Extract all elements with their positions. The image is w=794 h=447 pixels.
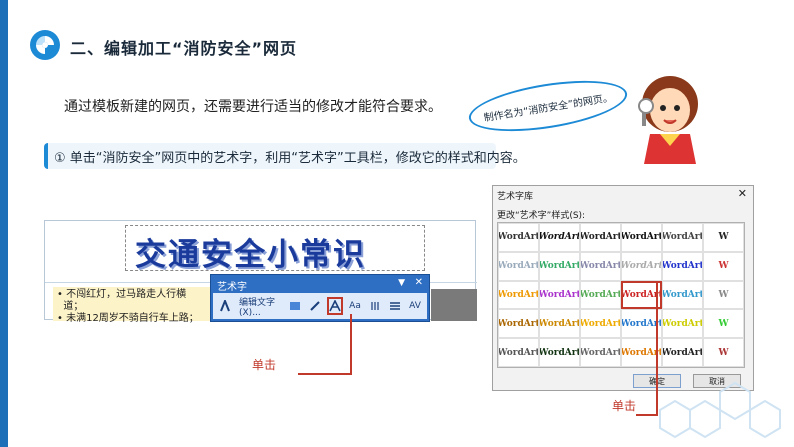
wordart-style-cell[interactable]: WordArt [498,309,539,339]
wordart-title[interactable]: 交通安全小常识 [135,229,366,274]
wordart-style-cell[interactable]: WordArt [498,223,539,252]
wordart-style-cell[interactable]: WordArt [580,309,621,339]
wordart-style-cell[interactable]: W [703,223,744,252]
intro-text: 通过模板新建的网页，还需要进行适当的修改才能符合要求。 [64,99,442,115]
wordart-style-cell[interactable]: WordArt [498,338,539,367]
wordart-style-cell[interactable]: WordArt [498,280,539,310]
wordart-style-cell[interactable]: WordArt [539,223,580,252]
dialog-title: 艺术字库 [497,192,534,202]
callout-line [350,314,352,374]
click-label: 单击 [252,358,277,372]
hexagon-decoration [659,381,781,439]
speech-bubble: 制作名为“消防安全”的网页。 [465,71,631,141]
wordart-style-cell[interactable]: WordArt [580,338,621,367]
accent-bar [0,0,8,447]
wordart-style-cell[interactable]: WordArt [662,223,703,252]
wordart-style-cell[interactable]: WordArt [539,338,580,367]
wordart-style-cell[interactable]: W [703,251,744,281]
wordart-style-cell[interactable]: WordArt [539,309,580,339]
girl-character-illustration [638,76,698,164]
character-spacing-icon[interactable]: AV [407,297,423,315]
toolbar-close-icon[interactable]: ✕ [415,277,423,288]
bullet-list: • 不闯红灯，过马路走人行横 道； • 未满12周岁不骑自行车上路； [53,287,223,324]
same-letter-heights-icon[interactable]: Aa [347,297,363,315]
wordart-gallery-icon[interactable] [287,297,303,315]
click-label: 单击 [612,399,637,413]
wordart-style-cell[interactable]: WordArt [580,223,621,252]
wordart-shape-icon[interactable] [327,297,343,315]
gray-panel [431,289,477,321]
header-logo-icon [30,30,60,60]
wordart-toolbar: 艺术字 ▼ ✕ 编辑文字(X)... Aa AV [210,274,430,322]
wordart-style-cell[interactable]: WordArt [621,251,662,281]
toolbar-title: 艺术字 [217,282,247,293]
callout-line [298,373,352,375]
wordart-style-cell[interactable]: WordArt [662,309,703,339]
toolbar-menu-icon[interactable]: ▼ [398,278,405,288]
bubble-text: 制作名为“消防安全”的网页。 [483,92,614,124]
wordart-style-cell[interactable]: WordArt [662,280,703,310]
slide: 二、编辑加工“消防安全”网页 通过模板新建的网页，还需要进行适当的修改才能符合要… [0,0,794,447]
wordart-style-cell[interactable]: WordArt [498,251,539,281]
wordart-style-cell[interactable]: WordArt [662,338,703,367]
wordart-style-cell[interactable]: WordArt [580,251,621,281]
vertical-text-icon[interactable] [367,297,383,315]
wordart-style-cell[interactable]: W [703,338,744,367]
wordart-style-cell[interactable]: WordArt [539,280,580,310]
wordart-style-grid: WordArt WordArt WordArt WordArt WordArt W Word… [497,222,745,368]
step-instruction: ① 单击“消防安全”网页中的艺术字，利用“艺术字”工具栏，修改它的样式和内容。 [44,143,526,169]
wordart-style-cell[interactable]: WordArt [580,280,621,310]
wordart-style-cell[interactable]: WordArt [662,251,703,281]
dialog-close-icon[interactable]: ✕ [738,187,747,200]
bullet-item: • 不闯红灯，过马路走人行横 [57,289,187,300]
wordart-style-cell[interactable]: WordArt [539,251,580,281]
bullet-item: • 未满12周岁不骑自行车上路； [57,313,199,324]
page-title: 二、编辑加工“消防安全”网页 [70,39,298,58]
wordart-style-cell[interactable]: W [703,280,744,310]
wordart-style-cell[interactable]: W [703,309,744,339]
bullet-item-cont: 道； [63,301,84,312]
alignment-icon[interactable] [387,297,403,315]
wordart-gallery-dialog: 艺术字库 ✕ 更改“艺术字”样式(S): WordArt WordArt WordA… [492,185,754,391]
format-wordart-icon[interactable] [307,297,323,315]
wordart-style-cell[interactable]: WordArt [621,223,662,252]
dialog-label: 更改“艺术字”样式(S): [497,211,586,221]
edit-text-button[interactable]: 编辑文字(X)... [237,297,283,318]
toolbar-body: 编辑文字(X)... Aa AV [213,293,427,319]
insert-wordart-icon[interactable] [217,297,233,315]
